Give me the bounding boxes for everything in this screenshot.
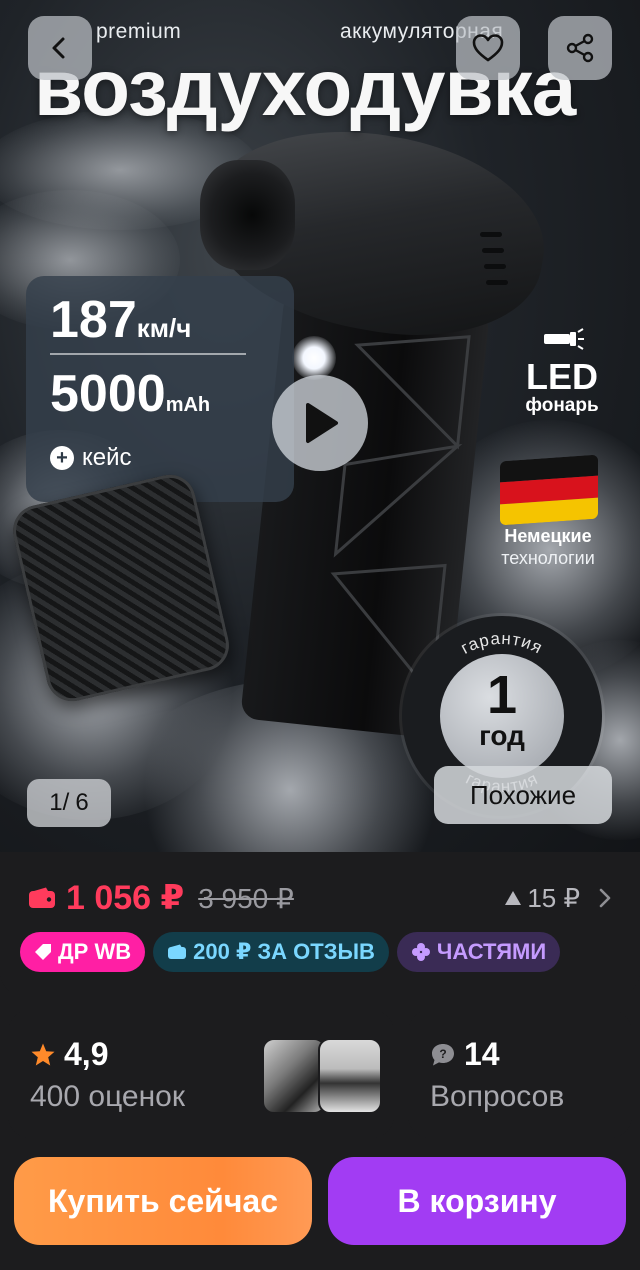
hero-subtitle-left: premium bbox=[96, 20, 182, 43]
wallet-icon bbox=[29, 887, 55, 908]
badge-review-label: 200 ₽ ЗА ОТЗЫВ bbox=[193, 939, 375, 964]
svg-text:?: ? bbox=[439, 1047, 446, 1061]
questions-count: 14 bbox=[464, 1036, 500, 1072]
play-video-button[interactable] bbox=[272, 375, 368, 471]
product-image-gallery[interactable]: premium аккумуляторная воздуходувка 187к… bbox=[0, 0, 640, 852]
led-light bbox=[292, 336, 336, 380]
buy-now-button[interactable]: Купить сейчас bbox=[14, 1157, 312, 1245]
promo-badges: ДР WB 200 ₽ ЗА ОТЗЫВ ЧАСТЯМИ bbox=[20, 932, 561, 972]
vent-slot bbox=[486, 280, 508, 285]
german-line-1: Немецкие bbox=[504, 526, 592, 546]
question-bubble-icon: ? bbox=[432, 1043, 454, 1065]
led-subtitle: фонарь bbox=[525, 395, 599, 416]
old-price: 3 950 ₽ bbox=[198, 882, 294, 914]
questions-card[interactable]: ? 14 Вопросов bbox=[408, 1010, 632, 1138]
case-feature: + кейс bbox=[50, 444, 132, 472]
image-counter: 1/6 bbox=[27, 779, 111, 827]
rating-value: 4,9 bbox=[64, 1036, 109, 1072]
badge-dr-wb[interactable]: ДР WB bbox=[20, 932, 146, 972]
badge-dr-label: ДР WB bbox=[58, 939, 132, 964]
review-photo-thumbnail[interactable] bbox=[262, 1038, 326, 1114]
case-label: кейс bbox=[82, 444, 132, 471]
star-icon bbox=[31, 1043, 55, 1065]
heart-icon bbox=[472, 34, 504, 62]
similar-button[interactable]: Похожие bbox=[434, 766, 612, 824]
rating-row: 4,9 bbox=[30, 1036, 108, 1073]
warranty-unit: год bbox=[479, 720, 525, 751]
badge-review-bonus[interactable]: 200 ₽ ЗА ОТЗЫВ bbox=[153, 932, 389, 972]
price-row[interactable]: 1 056 ₽ 3 950 ₽ 15 ₽ bbox=[28, 874, 612, 922]
warranty-core: 1 год bbox=[440, 654, 564, 778]
chevron-right-icon bbox=[599, 888, 611, 908]
battery-unit: mAh bbox=[165, 394, 211, 416]
led-feature: LED фонарь bbox=[512, 328, 612, 417]
share-icon bbox=[566, 33, 594, 63]
speed-unit: км/ч bbox=[136, 313, 192, 343]
add-to-cart-button[interactable]: В корзину bbox=[328, 1157, 626, 1245]
clover-icon bbox=[411, 943, 430, 961]
spec-divider bbox=[50, 353, 246, 355]
triangle-up-icon bbox=[505, 891, 522, 905]
german-flag-icon bbox=[500, 454, 598, 526]
review-photo-thumbnail[interactable] bbox=[318, 1038, 382, 1114]
image-counter-current: 1 bbox=[49, 789, 63, 816]
vent-slot bbox=[480, 232, 502, 237]
price-change-value: 15 ₽ bbox=[527, 882, 580, 913]
speed-spec: 187км/ч bbox=[50, 294, 191, 346]
back-button[interactable] bbox=[28, 16, 92, 80]
wallet-icon bbox=[168, 944, 187, 959]
price-card: 1 056 ₽ 3 950 ₽ 15 ₽ ДР WB 200 ₽ ЗА ОТЗЫ… bbox=[0, 852, 640, 996]
questions-row: ? 14 bbox=[430, 1036, 500, 1073]
action-bar: Купить сейчас В корзину bbox=[0, 1144, 640, 1270]
warranty-number: 1 bbox=[486, 665, 518, 725]
battery-spec: 5000mAh bbox=[50, 368, 210, 420]
image-counter-total: 6 bbox=[75, 789, 89, 816]
ratings-count: 400 оценок bbox=[30, 1080, 185, 1113]
play-icon bbox=[306, 403, 338, 443]
speed-value: 187 bbox=[50, 291, 137, 349]
vent-slot bbox=[484, 264, 506, 269]
spec-panel: 187км/ч 5000mAh + кейс bbox=[26, 276, 294, 502]
favorite-button[interactable] bbox=[456, 16, 520, 80]
price-change: 15 ₽ bbox=[503, 883, 612, 914]
flashlight-icon bbox=[544, 328, 584, 350]
german-line-2: технологии bbox=[501, 547, 595, 568]
questions-label: Вопросов bbox=[430, 1080, 565, 1113]
plus-icon: + bbox=[50, 446, 74, 470]
chevron-left-icon bbox=[52, 37, 65, 59]
review-photos[interactable] bbox=[262, 1038, 382, 1114]
rating-card[interactable]: 4,9 400 оценок bbox=[8, 1010, 394, 1138]
led-title: LED bbox=[526, 356, 598, 397]
german-tech-feature: Немецкие технологии bbox=[478, 526, 618, 569]
share-button[interactable] bbox=[548, 16, 612, 80]
badge-installments-label: ЧАСТЯМИ bbox=[436, 939, 547, 964]
blower-nozzle bbox=[200, 160, 295, 270]
tag-icon bbox=[35, 944, 51, 960]
current-price: 1 056 ₽ bbox=[66, 879, 185, 917]
battery-value: 5000 bbox=[50, 365, 166, 423]
vent-slot bbox=[482, 248, 504, 253]
badge-installments[interactable]: ЧАСТЯМИ bbox=[396, 932, 561, 972]
